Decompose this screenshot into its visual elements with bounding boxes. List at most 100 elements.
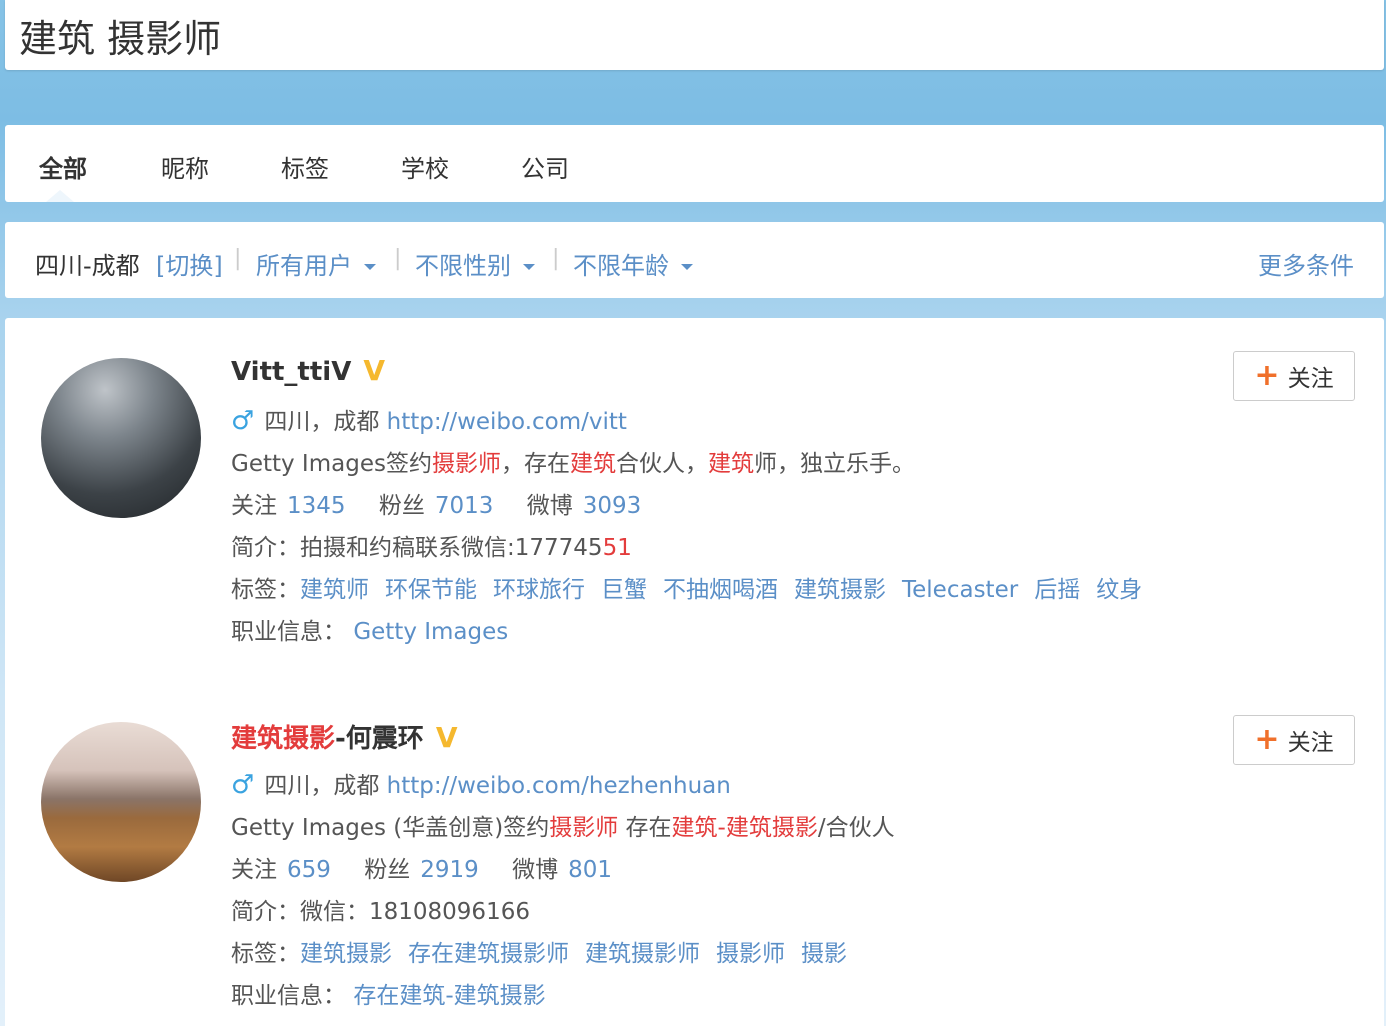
description: Getty Images (华盖创意)签约摄影师 存在建筑-建筑摄影/合伙人: [231, 808, 895, 842]
follow-count-label: 关注: [231, 857, 277, 883]
follow-count[interactable]: 1345: [287, 493, 346, 519]
tags-row: 标签：建筑摄影 存在建筑摄影师 建筑摄影师 摄影师 摄影: [231, 934, 863, 968]
bio-text: 拍摄和约稿联系微信:177745: [300, 535, 603, 561]
tag-link[interactable]: 后摇: [1034, 577, 1080, 603]
switch-city-link[interactable]: [切换]: [156, 246, 223, 281]
career-link[interactable]: 存在建筑-建筑摄影: [353, 983, 545, 1009]
fans-count[interactable]: 2919: [420, 857, 479, 883]
stats-row: 关注 1345 粉丝 7013 微博 3093: [231, 486, 667, 520]
desc-highlight: 建筑: [707, 451, 754, 477]
follow-button[interactable]: + 关注: [1233, 351, 1355, 401]
location: 四川，成都: [264, 409, 380, 435]
weibo-count[interactable]: 801: [568, 857, 612, 883]
tag-link[interactable]: Telecaster: [902, 577, 1018, 603]
bio-label: 简介：: [231, 535, 300, 561]
desc-highlight: 摄影师: [431, 451, 501, 477]
more-conditions-link[interactable]: 更多条件: [1258, 246, 1354, 281]
tab-school[interactable]: 学校: [401, 149, 449, 184]
location-row: ♂ 四川，成都 http://weibo.com/hezhenhuan: [231, 766, 731, 800]
desc-highlight: 建筑: [569, 451, 616, 477]
bio-text: 微信：18108096166: [300, 899, 530, 925]
tag-link[interactable]: 不抽烟喝酒: [663, 577, 778, 603]
desc-text: 师，独立乐手。: [753, 451, 915, 477]
follow-count[interactable]: 659: [287, 857, 331, 883]
tag-link[interactable]: 巨蟹: [601, 577, 647, 603]
tab-tags[interactable]: 标签: [281, 149, 329, 184]
desc-highlight: 建筑-建筑摄影: [671, 815, 818, 841]
tag-link[interactable]: 纹身: [1096, 577, 1142, 603]
male-icon: ♂: [231, 406, 255, 436]
male-icon: ♂: [231, 770, 255, 800]
bio-highlight: 51: [602, 535, 632, 561]
verified-badge-icon: V: [363, 354, 385, 387]
profile-url-link[interactable]: http://weibo.com/vitt: [387, 409, 627, 435]
description: Getty Images签约摄影师，存在建筑合伙人，建筑师，独立乐手。: [231, 444, 915, 478]
search-bar: [5, 0, 1384, 70]
career-row: 职业信息： Getty Images: [231, 612, 508, 646]
career-label: 职业信息：: [231, 983, 346, 1009]
chevron-down-icon: [523, 264, 535, 270]
location-row: ♂ 四川，成都 http://weibo.com/vitt: [231, 402, 627, 436]
tab-company[interactable]: 公司: [521, 149, 569, 184]
weibo-count[interactable]: 3093: [583, 493, 642, 519]
weibo-count-label: 微博: [512, 857, 559, 883]
current-city: 四川-成都: [35, 252, 140, 280]
chevron-down-icon: [364, 264, 376, 270]
name-highlight: 建筑摄影: [231, 724, 336, 754]
fans-count-label: 粉丝: [364, 857, 411, 883]
tab-all[interactable]: 全部: [39, 149, 87, 184]
weibo-count-label: 微博: [526, 493, 573, 519]
bio-row: 简介：拍摄和约稿联系微信:17774551: [231, 528, 632, 562]
tag-link[interactable]: 建筑摄影: [794, 577, 886, 603]
plus-icon: +: [1254, 722, 1280, 757]
filter-separator: |: [234, 246, 242, 271]
tag-link[interactable]: 存在建筑摄影师: [408, 941, 569, 967]
age-dropdown[interactable]: 不限年龄: [573, 246, 693, 281]
profile-url-link[interactable]: http://weibo.com/hezhenhuan: [387, 773, 731, 799]
career-row: 职业信息： 存在建筑-建筑摄影: [231, 976, 546, 1010]
tag-link[interactable]: 环球旅行: [493, 577, 585, 603]
follow-button-label: 关注: [1287, 366, 1334, 392]
tags-label: 标签：: [231, 941, 300, 967]
desc-text: Getty Images (华盖创意)签约: [231, 815, 550, 841]
user-name[interactable]: 建筑摄影-何震环: [231, 724, 424, 754]
avatar[interactable]: [41, 722, 201, 882]
tags-label: 标签：: [231, 577, 300, 603]
career-link[interactable]: Getty Images: [353, 619, 508, 645]
tag-link[interactable]: 摄影师: [716, 941, 785, 967]
follow-count-label: 关注: [231, 493, 277, 519]
gender-dropdown[interactable]: 不限性别: [415, 246, 535, 281]
user-results: Vitt_ttiV V ♂ 四川，成都 http://weibo.com/vitt …: [5, 318, 1384, 1026]
chevron-down-icon: [681, 264, 693, 270]
filter-bar: 四川-成都 [切换] | 所有用户 | 不限性别 | 不限年龄 更多条件: [5, 222, 1384, 298]
search-input[interactable]: [19, 7, 1359, 63]
tags-row: 标签：建筑师 环保节能 环球旅行 巨蟹 不抽烟喝酒 建筑摄影 Telecaster 后摇 纹身: [231, 570, 1158, 604]
desc-text: Getty Images签约: [231, 451, 432, 477]
tag-link[interactable]: 建筑摄影师: [585, 941, 700, 967]
bio-row: 简介：微信：18108096166: [231, 892, 530, 926]
active-tab-indicator: [46, 190, 74, 202]
stats-row: 关注 659 粉丝 2919 微博 801: [231, 850, 638, 884]
tag-link[interactable]: 建筑师: [300, 577, 369, 603]
tab-nickname[interactable]: 昵称: [161, 149, 209, 184]
avatar[interactable]: [41, 358, 201, 518]
user-name-row: Vitt_ttiV V: [231, 354, 385, 387]
follow-button-label: 关注: [1287, 730, 1334, 756]
fans-count[interactable]: 7013: [435, 493, 494, 519]
user-type-dropdown[interactable]: 所有用户: [256, 246, 376, 281]
desc-text: 合伙人，: [615, 451, 708, 477]
tag-link[interactable]: 摄影: [801, 941, 847, 967]
plus-icon: +: [1254, 358, 1280, 393]
desc-text: 存在: [618, 815, 672, 841]
user-name-row: 建筑摄影-何震环 V: [231, 718, 457, 755]
desc-text: /合伙人: [817, 815, 895, 841]
user-name[interactable]: Vitt_ttiV: [231, 357, 351, 387]
user-card: 建筑摄影-何震环 V ♂ 四川，成都 http://weibo.com/hezhen…: [5, 682, 1384, 1022]
follow-button[interactable]: + 关注: [1233, 715, 1355, 765]
result-tabs: 全部 昵称 标签 学校 公司: [5, 125, 1384, 202]
tag-link[interactable]: 建筑摄影: [300, 941, 392, 967]
user-card: Vitt_ttiV V ♂ 四川，成都 http://weibo.com/vitt …: [5, 318, 1384, 658]
tag-link[interactable]: 环保节能: [385, 577, 477, 603]
desc-text: ，存在: [500, 451, 570, 477]
desc-highlight: 摄影师: [549, 815, 619, 841]
